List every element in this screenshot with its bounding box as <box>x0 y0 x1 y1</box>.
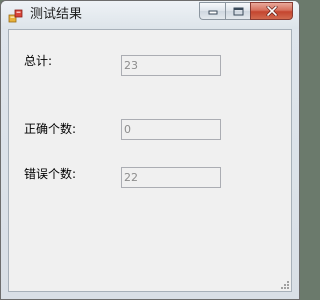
close-icon <box>266 6 277 16</box>
maximize-button[interactable] <box>225 2 250 20</box>
client-area: 总计: 正确个数: 错误个数: <box>8 29 292 292</box>
caption-buttons <box>199 2 293 21</box>
window-title: 测试结果 <box>30 7 83 22</box>
correct-count-label: 正确个数: <box>24 122 77 136</box>
close-button[interactable] <box>250 2 293 20</box>
wrong-count-field[interactable] <box>121 167 221 188</box>
maximize-icon <box>233 7 243 15</box>
minimize-icon <box>208 10 217 15</box>
correct-count-field[interactable] <box>121 119 221 140</box>
title-bar[interactable]: 测试结果 <box>1 1 299 29</box>
minimize-button[interactable] <box>199 2 225 20</box>
app-icon[interactable] <box>8 8 24 24</box>
result-window: 测试结果 总计: 正确个数: <box>0 0 300 300</box>
resize-grip-icon[interactable] <box>280 280 290 290</box>
wrong-count-label: 错误个数: <box>24 167 77 181</box>
total-field[interactable] <box>121 55 221 76</box>
total-label: 总计: <box>24 54 53 68</box>
